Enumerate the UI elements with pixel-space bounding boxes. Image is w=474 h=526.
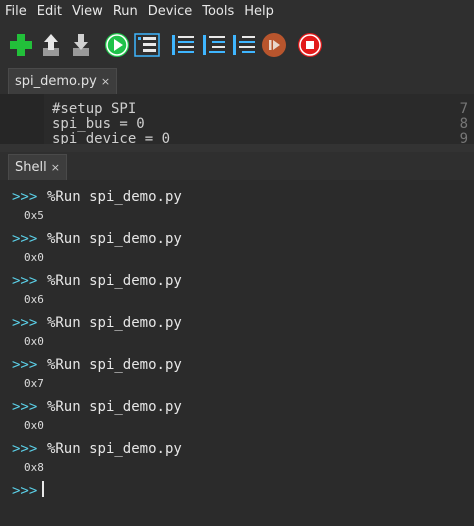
shell-output: 0x0 bbox=[24, 419, 44, 432]
shell-console[interactable]: >>> %Run spi_demo.py 0x5 >>> %Run spi_de… bbox=[0, 180, 474, 526]
code-line[interactable]: #setup SPI bbox=[52, 101, 136, 117]
step-out-icon bbox=[233, 35, 255, 55]
plus-icon bbox=[10, 34, 32, 56]
shell-command-line: >>> %Run spi_demo.py bbox=[12, 396, 182, 415]
shell-output: 0x0 bbox=[24, 251, 44, 264]
editor-tabbar: spi_demo.py × bbox=[0, 66, 474, 94]
shell-command: %Run spi_demo.py bbox=[46, 441, 182, 457]
stop-button[interactable] bbox=[296, 31, 324, 59]
tab-label: Shell bbox=[15, 160, 47, 175]
shell-command-line: >>> %Run spi_demo.py bbox=[12, 354, 182, 373]
shell-command-line: >>> %Run spi_demo.py bbox=[12, 270, 182, 289]
tab-label: spi_demo.py bbox=[15, 74, 97, 89]
debug-icon bbox=[134, 33, 160, 57]
step-out-button[interactable] bbox=[230, 31, 258, 59]
shell-input-line[interactable]: >>> bbox=[12, 480, 37, 499]
shell-tabbar: Shell × bbox=[0, 152, 474, 180]
shell-output: 0x5 bbox=[24, 209, 44, 222]
run-button[interactable] bbox=[103, 31, 131, 59]
pane-divider[interactable] bbox=[0, 144, 474, 152]
stop-icon bbox=[298, 33, 322, 57]
shell-prompt: >>> bbox=[12, 315, 38, 331]
line-number: 7 bbox=[459, 101, 468, 117]
shell-command: %Run spi_demo.py bbox=[46, 315, 182, 331]
code-editor[interactable]: 7 #setup SPI 8 spi_bus = 0 9 spi_device … bbox=[0, 94, 474, 144]
upload-icon bbox=[43, 34, 59, 56]
shell-output: 0x6 bbox=[24, 293, 44, 306]
tab-spi-demo[interactable]: spi_demo.py × bbox=[8, 68, 118, 94]
shell-prompt: >>> bbox=[12, 231, 38, 247]
resume-icon bbox=[262, 33, 286, 57]
play-icon bbox=[105, 33, 129, 57]
shell-prompt: >>> bbox=[12, 273, 38, 289]
text-cursor bbox=[42, 481, 44, 497]
resume-button[interactable] bbox=[260, 31, 288, 59]
shell-prompt: >>> bbox=[12, 441, 38, 457]
shell-prompt: >>> bbox=[12, 357, 38, 373]
menu-tools[interactable]: Tools bbox=[197, 0, 239, 24]
menu-run[interactable]: Run bbox=[108, 0, 143, 24]
line-number: 9 bbox=[459, 131, 468, 144]
save-file-button[interactable] bbox=[67, 31, 95, 59]
shell-output: 0x0 bbox=[24, 335, 44, 348]
step-into-button[interactable] bbox=[200, 31, 228, 59]
shell-output: 0x8 bbox=[24, 461, 44, 474]
menu-edit[interactable]: Edit bbox=[32, 0, 67, 24]
menu-view[interactable]: View bbox=[67, 0, 108, 24]
shell-command-line: >>> %Run spi_demo.py bbox=[12, 312, 182, 331]
shell-command: %Run spi_demo.py bbox=[46, 189, 182, 205]
shell-command: %Run spi_demo.py bbox=[46, 231, 182, 247]
close-icon[interactable]: × bbox=[101, 69, 110, 94]
code-line[interactable]: spi_bus = 0 bbox=[52, 116, 145, 132]
download-icon bbox=[73, 34, 89, 56]
menu-file[interactable]: File bbox=[0, 0, 32, 24]
shell-command-line: >>> %Run spi_demo.py bbox=[12, 186, 182, 205]
step-over-button[interactable] bbox=[169, 31, 197, 59]
step-over-icon bbox=[172, 35, 194, 55]
line-gutter bbox=[0, 94, 44, 144]
shell-output: 0x7 bbox=[24, 377, 44, 390]
shell-command-line: >>> %Run spi_demo.py bbox=[12, 228, 182, 247]
shell-command: %Run spi_demo.py bbox=[46, 273, 182, 289]
menu-help[interactable]: Help bbox=[239, 0, 279, 24]
toolbar bbox=[0, 24, 474, 66]
shell-prompt: >>> bbox=[12, 483, 38, 499]
load-file-button[interactable] bbox=[37, 31, 65, 59]
tab-shell[interactable]: Shell × bbox=[8, 154, 67, 180]
shell-command: %Run spi_demo.py bbox=[46, 357, 182, 373]
menu-device[interactable]: Device bbox=[143, 0, 197, 24]
shell-command: %Run spi_demo.py bbox=[46, 399, 182, 415]
shell-prompt: >>> bbox=[12, 399, 38, 415]
shell-prompt: >>> bbox=[12, 189, 38, 205]
shell-command-line: >>> %Run spi_demo.py bbox=[12, 438, 182, 457]
close-icon[interactable]: × bbox=[51, 155, 60, 180]
menu-bar: File Edit View Run Device Tools Help bbox=[0, 0, 474, 24]
debug-button[interactable] bbox=[133, 31, 161, 59]
line-number: 8 bbox=[459, 116, 468, 132]
new-file-button[interactable] bbox=[7, 31, 35, 59]
code-line[interactable]: spi_device = 0 bbox=[52, 131, 170, 144]
step-into-icon bbox=[203, 35, 225, 55]
